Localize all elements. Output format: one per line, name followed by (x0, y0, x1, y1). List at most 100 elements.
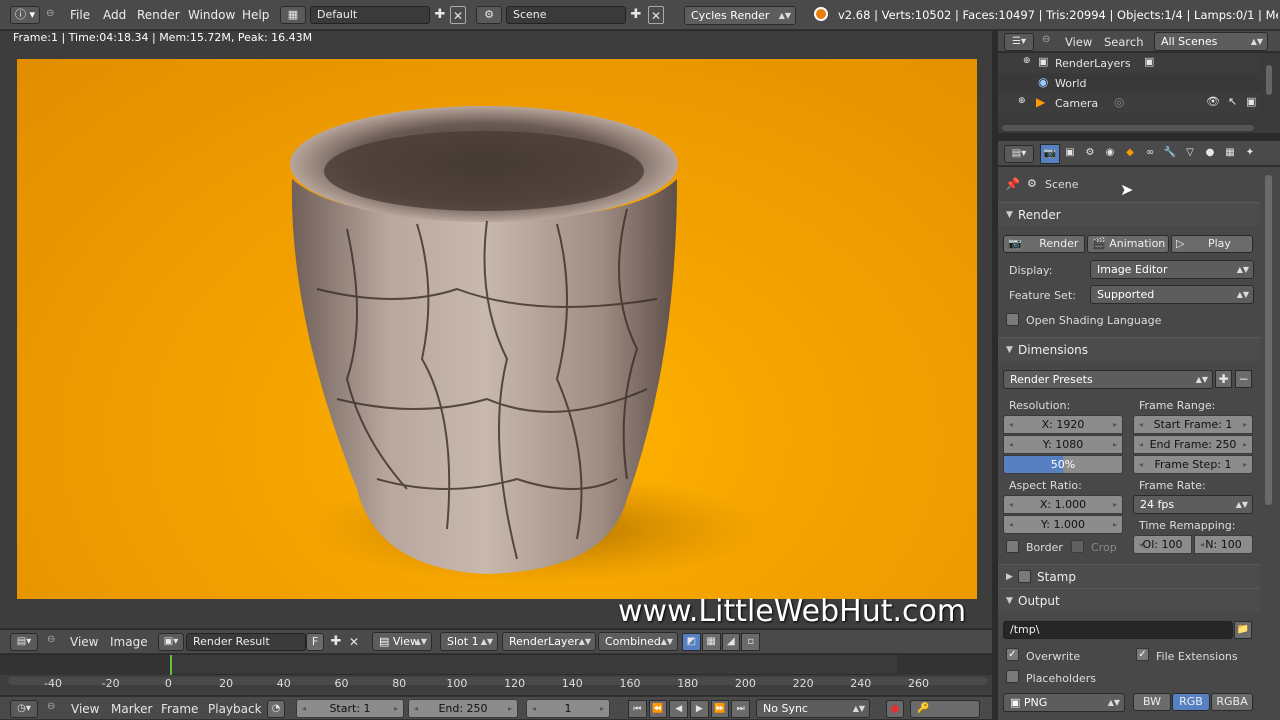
z-buffer-icon[interactable]: ▫ (741, 633, 760, 651)
render-engine-select[interactable]: Cycles Render ▲▼ (684, 6, 796, 25)
menu-window[interactable]: Window (188, 0, 235, 30)
add-scene-icon[interactable]: ✚ (628, 6, 644, 24)
decrement-icon[interactable]: ◂ (1139, 456, 1143, 473)
resolution-x-field[interactable]: ◂ X: 1920 ▸ (1003, 415, 1123, 434)
frame-step-field[interactable]: ◂ Frame Step: 1 ▸ (1133, 455, 1253, 474)
folder-icon[interactable]: 📁 (1234, 621, 1252, 639)
osl-checkbox[interactable] (1006, 313, 1019, 326)
render-layer-select[interactable]: RenderLayer ▲▼ (502, 632, 596, 651)
decrement-icon[interactable]: ◂ (1009, 416, 1013, 433)
preview-range-icon[interactable]: ◔ (267, 700, 285, 718)
modifiers-tab-icon[interactable]: 🔧 (1160, 144, 1180, 164)
output-panel-header[interactable]: ▼ Output (998, 588, 1260, 612)
jump-keyframe-back-icon[interactable]: ⏪ (648, 700, 668, 718)
increment-icon[interactable]: ▸ (1243, 456, 1247, 473)
frame-rate-select[interactable]: 24 fps ▲▼ (1133, 495, 1253, 514)
texture-tab-icon[interactable]: ▦ (1220, 144, 1240, 164)
world-tab-icon[interactable]: ◉ (1100, 144, 1120, 164)
screen-layout-field[interactable]: Default (310, 6, 430, 24)
outliner-display-select[interactable]: All Scenes ▲▼ (1154, 32, 1268, 51)
increment-icon[interactable]: ▸ (1113, 436, 1117, 453)
increment-icon[interactable]: ▸ (508, 700, 512, 717)
remove-scene-icon[interactable]: ✕ (648, 6, 664, 24)
output-path-field[interactable]: /tmp\ (1003, 621, 1233, 639)
record-icon[interactable] (886, 700, 904, 718)
outliner-hscrollbar[interactable] (1002, 125, 1254, 131)
checker-icon[interactable]: ▦ (701, 633, 721, 651)
decrement-icon[interactable]: ◂ (302, 700, 306, 717)
sync-mode-select[interactable]: No Sync ▲▼ (756, 699, 870, 718)
image-editor-type-icon[interactable]: ▤▾ (10, 633, 38, 651)
increment-icon[interactable]: ▸ (600, 700, 604, 717)
crop-checkbox[interactable] (1071, 540, 1084, 553)
end-frame-field[interactable]: ◂ End: 250 ▸ (408, 699, 518, 718)
material-tab-icon[interactable]: ● (1200, 144, 1220, 164)
decrement-icon[interactable]: ◂ (1009, 496, 1013, 513)
timeline-menu-marker[interactable]: Marker (111, 702, 152, 716)
add-preset-icon[interactable]: ✚ (1215, 370, 1232, 388)
menu-help[interactable]: Help (242, 0, 269, 30)
view-select[interactable]: ▤ View ▲▼ (372, 632, 432, 651)
new-image-icon[interactable]: ✚ (328, 633, 344, 651)
animation-button[interactable]: 🎬 Animation (1087, 235, 1169, 253)
jump-keyframe-forward-icon[interactable]: ⏩ (710, 700, 730, 718)
aspect-y-field[interactable]: ◂ Y: 1.000 ▸ (1003, 515, 1123, 534)
decrement-icon[interactable]: ◂ (1009, 436, 1013, 453)
placeholders-checkbox[interactable] (1006, 670, 1019, 683)
screen-layout-icon[interactable]: ▦ (280, 6, 306, 24)
stamp-checkbox[interactable] (1018, 570, 1031, 583)
menu-add[interactable]: Add (103, 0, 126, 30)
remove-preset-icon[interactable]: − (1235, 370, 1252, 388)
outliner-body[interactable]: ⊕ ▣ RenderLayers ▣ ◉ World ⊕ ▶ Camera ◎ … (998, 53, 1280, 133)
color-bw-button[interactable]: BW (1133, 693, 1171, 711)
decrement-icon[interactable]: ◂ (1009, 516, 1013, 533)
menu-render[interactable]: Render (137, 0, 180, 30)
collapse-timeline-icon[interactable]: ⊖ (47, 701, 55, 712)
decrement-icon[interactable]: ◂ (532, 700, 536, 717)
select-cursor-icon[interactable]: ↖ (1228, 95, 1237, 108)
decrement-icon[interactable]: ◂ (1139, 536, 1143, 553)
remove-screen-icon[interactable]: ✕ (450, 6, 466, 24)
collapse-menu-icon[interactable]: ⊖ (46, 8, 54, 19)
constraints-tab-icon[interactable]: ∞ (1140, 144, 1160, 164)
resolution-percent-slider[interactable]: 50% (1003, 455, 1123, 474)
start-frame-field[interactable]: ◂ Start: 1 ▸ (296, 699, 404, 718)
stamp-panel-header[interactable]: ▶ Stamp (998, 564, 1260, 588)
color-rgba-button[interactable]: RGBA (1211, 693, 1253, 711)
decrement-icon[interactable]: ◂ (1200, 536, 1204, 553)
render-camera-icon[interactable]: ▣ (1246, 95, 1256, 108)
menu-view[interactable]: View (70, 635, 98, 649)
timeline-type-icon[interactable]: ◷▾ (10, 700, 38, 718)
eye-icon[interactable]: 👁 (1206, 95, 1220, 108)
slot-select[interactable]: Slot 1 ▲▼ (440, 632, 498, 651)
increment-icon[interactable]: ▸ (394, 700, 398, 717)
expand-icon[interactable]: ⊕ (1023, 56, 1031, 66)
render-button[interactable]: 📷 Render (1003, 235, 1085, 253)
image-editor-area[interactable]: Frame:1 | Time:04:18.34 | Mem:15.72M, Pe… (0, 31, 992, 629)
collapse-outliner-icon[interactable]: ⊖ (1042, 34, 1050, 45)
decrement-icon[interactable]: ◂ (414, 700, 418, 717)
color-alpha-icon[interactable]: ◩ (682, 633, 701, 651)
render-tab-icon[interactable]: 📷 (1040, 144, 1060, 164)
render-pass-select[interactable]: Combined ▲▼ (598, 632, 678, 651)
timeline-menu-frame[interactable]: Frame (161, 702, 198, 716)
file-format-select[interactable]: ▣ PNG ▲▼ (1003, 693, 1125, 712)
play-button[interactable]: ▷ Play (1171, 235, 1253, 253)
decrement-icon[interactable]: ◂ (1139, 436, 1143, 453)
timeline-menu-view[interactable]: View (71, 702, 99, 716)
overwrite-checkbox[interactable]: ✓ (1006, 648, 1019, 661)
scene-tab-icon[interactable]: ⚙ (1080, 144, 1100, 164)
jump-start-icon[interactable]: ⏮ (628, 700, 647, 718)
resolution-y-field[interactable]: ◂ Y: 1080 ▸ (1003, 435, 1123, 454)
decrement-icon[interactable]: ◂ (1139, 416, 1143, 433)
collapse-header-icon[interactable]: ⊖ (47, 634, 55, 645)
keying-set-icon[interactable]: 🔑 (910, 700, 980, 718)
render-layers-tab-icon[interactable]: ▣ (1060, 144, 1080, 164)
play-icon[interactable]: ▶ (690, 700, 709, 718)
physics-tab-icon[interactable]: ✦ (1240, 144, 1260, 164)
outliner-type-icon[interactable]: ☰▾ (1004, 33, 1034, 51)
properties-scrollbar[interactable] (1265, 175, 1272, 505)
alpha-icon[interactable]: ◢ (721, 633, 741, 651)
increment-icon[interactable]: ▸ (1243, 436, 1247, 453)
timeline-area[interactable]: -40 -20 0 20 40 60 80 100 120 140 160 180 200 220 240 2… (0, 655, 992, 695)
